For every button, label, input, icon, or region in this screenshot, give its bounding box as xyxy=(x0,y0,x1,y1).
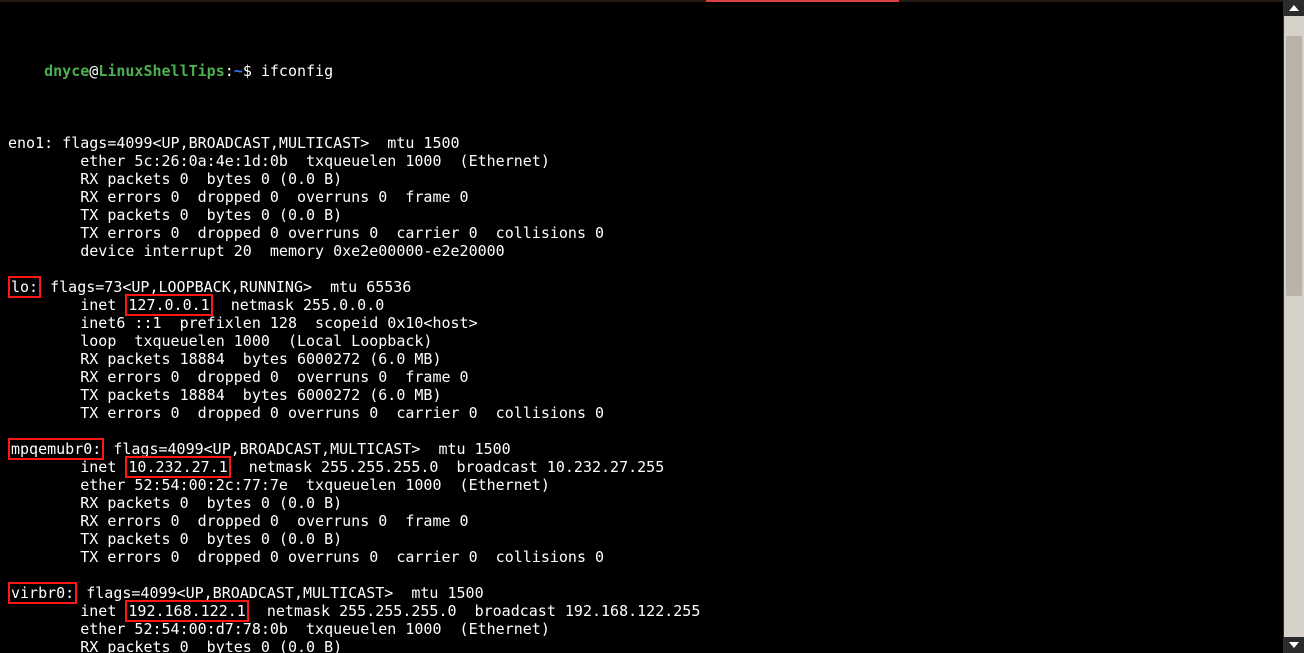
prompt-user: dnyce xyxy=(44,62,89,80)
iface-line: ether 52:54:00:d7:78:0b txqueuelen 1000 … xyxy=(8,620,1276,638)
iface-line: RX errors 0 dropped 0 overruns 0 frame 0 xyxy=(8,368,1276,386)
iface-text: netmask 255.0.0.0 xyxy=(213,296,385,314)
iface-text: ether 52:54:00:d7:78:0b txqueuelen 1000 … xyxy=(8,620,550,638)
iface-line: TX errors 0 dropped 0 overruns 0 carrier… xyxy=(8,548,1276,566)
iface-text: RX packets 18884 bytes 6000272 (6.0 MB) xyxy=(8,350,441,368)
iface-text: TX errors 0 dropped 0 overruns 0 carrier… xyxy=(8,224,604,242)
iface-line: ether 5c:26:0a:4e:1d:0b txqueuelen 1000 … xyxy=(8,152,1276,170)
iface-flags: flags=4099<UP,BROADCAST,MULTICAST> mtu 1… xyxy=(53,134,459,152)
iface-text: RX packets 0 bytes 0 (0.0 B) xyxy=(8,638,342,653)
prompt-line: dnyce@LinuxShellTips:~$ ifconfig xyxy=(8,44,1276,98)
iface-line: RX packets 0 bytes 0 (0.0 B) xyxy=(8,638,1276,653)
iface-line: RX packets 0 bytes 0 (0.0 B) xyxy=(8,170,1276,188)
iface-text: inet xyxy=(8,296,125,314)
iface-name: mpqemubr0: xyxy=(8,438,104,460)
ifconfig-output: eno1: flags=4099<UP,BROADCAST,MULTICAST>… xyxy=(8,134,1276,653)
iface-text: TX errors 0 dropped 0 overruns 0 carrier… xyxy=(8,548,604,566)
terminal-output: dnyce@LinuxShellTips:~$ ifconfig eno1: f… xyxy=(8,8,1276,653)
chevron-up-icon xyxy=(1289,5,1299,11)
iface-text: TX packets 0 bytes 0 (0.0 B) xyxy=(8,206,342,224)
iface-text: TX packets 0 bytes 0 (0.0 B) xyxy=(8,530,342,548)
iface-flags: flags=73<UP,LOOPBACK,RUNNING> mtu 65536 xyxy=(41,278,411,296)
iface-line: TX packets 18884 bytes 6000272 (6.0 MB) xyxy=(8,386,1276,404)
prompt-at: @ xyxy=(89,62,98,80)
iface-text: inet xyxy=(8,602,125,620)
iface-text: ether 52:54:00:2c:77:7e txqueuelen 1000 … xyxy=(8,476,550,494)
iface-name: lo: xyxy=(8,276,41,298)
blank-line xyxy=(8,260,1276,278)
blank-line xyxy=(8,566,1276,584)
chevron-down-icon xyxy=(1289,642,1299,648)
iface-text: inet6 ::1 prefixlen 128 scopeid 0x10<hos… xyxy=(8,314,478,332)
scrollbar-up-button[interactable] xyxy=(1284,0,1304,16)
iface-line: TX packets 0 bytes 0 (0.0 B) xyxy=(8,206,1276,224)
iface-text: netmask 255.255.255.0 broadcast 10.232.2… xyxy=(231,458,664,476)
iface-line: inet6 ::1 prefixlen 128 scopeid 0x10<hos… xyxy=(8,314,1276,332)
iface-line: RX packets 18884 bytes 6000272 (6.0 MB) xyxy=(8,350,1276,368)
iface-text: device interrupt 20 memory 0xe2e00000-e2… xyxy=(8,242,505,260)
scrollbar-thumb[interactable] xyxy=(1286,36,1302,296)
highlighted-ip: 192.168.122.1 xyxy=(125,600,248,622)
iface-text: loop txqueuelen 1000 (Local Loopback) xyxy=(8,332,432,350)
iface-line: device interrupt 20 memory 0xe2e00000-e2… xyxy=(8,242,1276,260)
highlighted-ip: 127.0.0.1 xyxy=(125,294,212,316)
iface-line: RX errors 0 dropped 0 overruns 0 frame 0 xyxy=(8,512,1276,530)
prompt-command: ifconfig xyxy=(261,62,333,80)
iface-line: ether 52:54:00:2c:77:7e txqueuelen 1000 … xyxy=(8,476,1276,494)
prompt-colon: : xyxy=(225,62,234,80)
iface-text: netmask 255.255.255.0 broadcast 192.168.… xyxy=(249,602,701,620)
iface-line: RX packets 0 bytes 0 (0.0 B) xyxy=(8,494,1276,512)
iface-text: ether 5c:26:0a:4e:1d:0b txqueuelen 1000 … xyxy=(8,152,550,170)
iface-text: TX errors 0 dropped 0 overruns 0 carrier… xyxy=(8,404,604,422)
iface-line: TX errors 0 dropped 0 overruns 0 carrier… xyxy=(8,224,1276,242)
iface-name: virbr0: xyxy=(8,582,77,604)
iface-line: inet 192.168.122.1 netmask 255.255.255.0… xyxy=(8,602,1276,620)
iface-line: inet 10.232.27.1 netmask 255.255.255.0 b… xyxy=(8,458,1276,476)
prompt-dollar: $ xyxy=(243,62,261,80)
iface-line: RX errors 0 dropped 0 overruns 0 frame 0 xyxy=(8,188,1276,206)
scrollbar[interactable] xyxy=(1283,0,1304,653)
iface-header: eno1: flags=4099<UP,BROADCAST,MULTICAST>… xyxy=(8,134,1276,152)
iface-text: RX errors 0 dropped 0 overruns 0 frame 0 xyxy=(8,512,469,530)
iface-text: RX errors 0 dropped 0 overruns 0 frame 0 xyxy=(8,188,469,206)
iface-line: TX packets 0 bytes 0 (0.0 B) xyxy=(8,530,1276,548)
iface-line: inet 127.0.0.1 netmask 255.0.0.0 xyxy=(8,296,1276,314)
iface-text: RX packets 0 bytes 0 (0.0 B) xyxy=(8,494,342,512)
highlighted-ip: 10.232.27.1 xyxy=(125,456,230,478)
window-border-top xyxy=(0,0,1284,2)
iface-text: inet xyxy=(8,458,125,476)
scrollbar-down-button[interactable] xyxy=(1284,637,1304,653)
iface-line: loop txqueuelen 1000 (Local Loopback) xyxy=(8,332,1276,350)
iface-line: TX errors 0 dropped 0 overruns 0 carrier… xyxy=(8,404,1276,422)
iface-text: RX packets 0 bytes 0 (0.0 B) xyxy=(8,170,342,188)
blank-line xyxy=(8,422,1276,440)
prompt-path: ~ xyxy=(234,62,243,80)
prompt-host: LinuxShellTips xyxy=(98,62,224,80)
scrollbar-track[interactable] xyxy=(1284,16,1304,637)
iface-name: eno1: xyxy=(8,134,53,152)
iface-text: RX errors 0 dropped 0 overruns 0 frame 0 xyxy=(8,368,469,386)
iface-text: TX packets 18884 bytes 6000272 (6.0 MB) xyxy=(8,386,441,404)
